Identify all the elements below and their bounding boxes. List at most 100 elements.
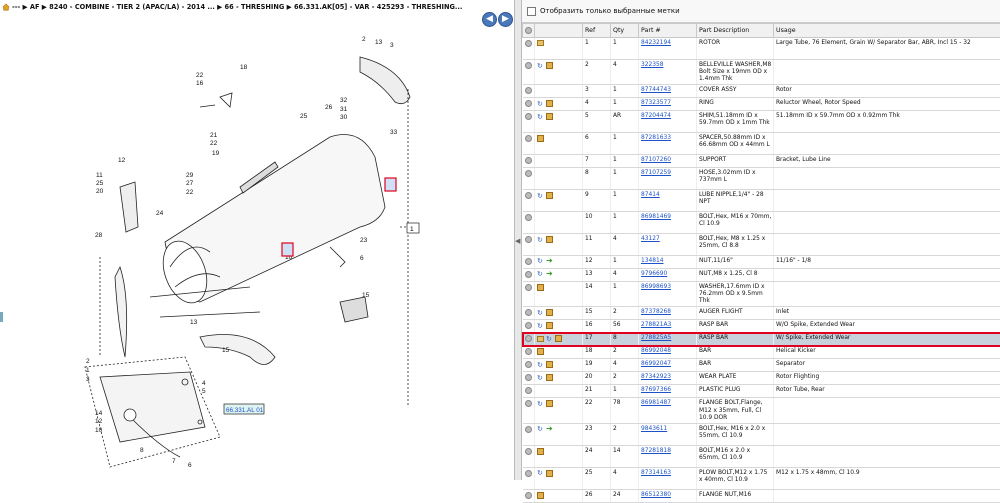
col-header-desc[interactable]: Part Description: [697, 24, 774, 38]
row-select-cell[interactable]: [523, 269, 535, 282]
table-row[interactable]: 21187697366PLASTIC PLUGRotor Tube, Rear: [523, 385, 1000, 398]
arrow-right-icon[interactable]: ➜: [546, 258, 553, 264]
highlight-callout[interactable]: [385, 178, 396, 191]
table-row[interactable]: ↻➜1349796690NUT,M8 x 1.25, Cl 8: [523, 269, 1000, 282]
cart-box-icon[interactable]: [546, 400, 553, 407]
select-circle-icon[interactable]: [525, 258, 532, 265]
table-row[interactable]: 7187107260SUPPORTBracket, Lube Line: [523, 155, 1000, 168]
refresh-icon[interactable]: ↻: [537, 310, 544, 316]
select-circle-icon[interactable]: [525, 236, 532, 243]
row-part-number[interactable]: 87697366: [639, 385, 697, 398]
row-select-cell[interactable]: [523, 489, 535, 502]
cart-box-icon[interactable]: [546, 361, 553, 368]
select-circle-icon[interactable]: [525, 309, 532, 316]
table-row[interactable]: ↻15287378268AUGER FLIGHTInlet: [523, 307, 1000, 320]
select-circle-icon[interactable]: [525, 335, 532, 342]
table-row[interactable]: ↻20287342923WEAR PLATERotor Flighting: [523, 372, 1000, 385]
row-part-number[interactable]: 84232194: [639, 38, 697, 60]
table-row[interactable]: ↻25487314163PLOW BOLT,M12 x 1.75 x 40mm,…: [523, 467, 1000, 489]
ref-label[interactable]: 13: [375, 39, 383, 46]
ref-label[interactable]: 32: [340, 97, 348, 104]
select-circle-icon[interactable]: [525, 170, 532, 177]
ref-label[interactable]: 12: [95, 418, 103, 425]
cart-box-icon[interactable]: [537, 348, 544, 355]
ref-label[interactable]: 24: [156, 210, 164, 217]
row-part-number[interactable]: 134814: [639, 256, 697, 269]
table-row[interactable]: ↻9187414LUBE NIPPLE,1/4" - 28 NPT: [523, 190, 1000, 212]
cart-box-icon[interactable]: [546, 309, 553, 316]
refresh-icon[interactable]: ↻: [537, 63, 544, 69]
row-select-cell[interactable]: [523, 212, 535, 234]
row-select-cell[interactable]: [523, 190, 535, 212]
row-part-number[interactable]: 86992047: [639, 359, 697, 372]
row-part-number[interactable]: 322358: [639, 60, 697, 85]
row-select-cell[interactable]: [523, 60, 535, 85]
row-select-cell[interactable]: [523, 256, 535, 269]
select-circle-icon[interactable]: [525, 387, 532, 394]
row-part-number[interactable]: 87414: [639, 190, 697, 212]
note-icon[interactable]: [537, 336, 544, 342]
ref-label[interactable]: 15: [222, 347, 230, 354]
row-select-cell[interactable]: [523, 133, 535, 155]
select-circle-icon[interactable]: [525, 271, 532, 278]
table-row[interactable]: ↻5AR87204474SHIM,51.18mm ID x 59.7mm OD …: [523, 111, 1000, 133]
cart-box-icon[interactable]: [537, 284, 544, 291]
col-header-usage[interactable]: Usage: [774, 24, 1000, 38]
row-select-cell[interactable]: [523, 155, 535, 168]
ref-label[interactable]: 3: [390, 42, 394, 49]
refresh-icon[interactable]: ↻: [537, 362, 544, 368]
row-select-cell[interactable]: [523, 307, 535, 320]
row-select-cell[interactable]: [523, 85, 535, 98]
exploded-parts-diagram[interactable]: 2 13 3 18 22 16 25 26 32 31 30 33 21 22 …: [0, 27, 514, 480]
ref-label[interactable]: 29: [186, 172, 194, 179]
ref-label[interactable]: 18: [240, 64, 248, 71]
row-select-cell[interactable]: [523, 445, 535, 467]
row-select-cell[interactable]: [523, 282, 535, 307]
table-row[interactable]: ↻19486992047BARSeparator: [523, 359, 1000, 372]
ref-label[interactable]: 6: [360, 255, 364, 262]
row-select-cell[interactable]: [523, 320, 535, 333]
table-row[interactable]: 3187744743COVER ASSYRotor: [523, 85, 1000, 98]
table-row[interactable]: ↻11443127BOLT,Hex, M8 x 1.25 x 25mm, Cl …: [523, 234, 1000, 256]
row-part-number[interactable]: 86981469: [639, 212, 697, 234]
select-circle-icon[interactable]: [525, 214, 532, 221]
select-circle-icon[interactable]: [525, 100, 532, 107]
ref-label[interactable]: 5: [202, 388, 206, 395]
refresh-icon[interactable]: ↻: [537, 101, 544, 107]
select-circle-icon[interactable]: [525, 157, 532, 164]
select-circle-icon[interactable]: [525, 135, 532, 142]
row-part-number[interactable]: 87281818: [639, 445, 697, 467]
cart-box-icon[interactable]: [546, 374, 553, 381]
ref-label[interactable]: 23: [360, 237, 368, 244]
breadcrumb-text[interactable]: --- ▶ AF ▶ 8240 - COMBINE - TIER 2 (APAC…: [12, 3, 462, 11]
row-part-number[interactable]: 87342923: [639, 372, 697, 385]
table-row[interactable]: ↻➜2329843611BOLT,Hex, M16 x 2.0 x 55mm, …: [523, 423, 1000, 445]
ref-label[interactable]: 2: [86, 358, 90, 365]
row-part-number[interactable]: 43127: [639, 234, 697, 256]
table-row[interactable]: ↻➜121134814NUT,11/16"11/16" - 1/8: [523, 256, 1000, 269]
ref-label[interactable]: 1: [86, 367, 90, 374]
forward-button[interactable]: ▶: [498, 12, 513, 27]
select-circle-icon[interactable]: [525, 348, 532, 355]
col-header[interactable]: [535, 24, 583, 38]
select-circle-icon[interactable]: [525, 284, 532, 291]
row-select-cell[interactable]: [523, 234, 535, 256]
group-code[interactable]: 66.331.AL 01: [226, 407, 264, 414]
highlight-callout[interactable]: [282, 243, 293, 256]
table-row[interactable]: ↻4187323577RINGReluctor Wheel, Rotor Spe…: [523, 98, 1000, 111]
back-button[interactable]: ◀: [482, 12, 497, 27]
row-part-number[interactable]: 87107260: [639, 155, 697, 168]
row-part-number[interactable]: 87107259: [639, 168, 697, 190]
row-part-number[interactable]: 87378268: [639, 307, 697, 320]
table-row[interactable]: ↻24322358BELLEVILLE WASHER,M8 Bolt Size …: [523, 60, 1000, 85]
ref-label[interactable]: 21: [210, 132, 218, 139]
row-part-number[interactable]: 86512380: [639, 489, 697, 502]
refresh-icon[interactable]: ↻: [537, 470, 544, 476]
table-row[interactable]: 1184232194ROTORLarge Tube, 76 Element, G…: [523, 38, 1000, 60]
ref-label[interactable]: 6: [188, 462, 192, 469]
select-circle-icon[interactable]: [525, 322, 532, 329]
select-circle-icon[interactable]: [525, 192, 532, 199]
cart-box-icon[interactable]: [546, 192, 553, 199]
ref-label[interactable]: 26: [325, 104, 333, 111]
select-circle-icon[interactable]: [525, 492, 532, 499]
